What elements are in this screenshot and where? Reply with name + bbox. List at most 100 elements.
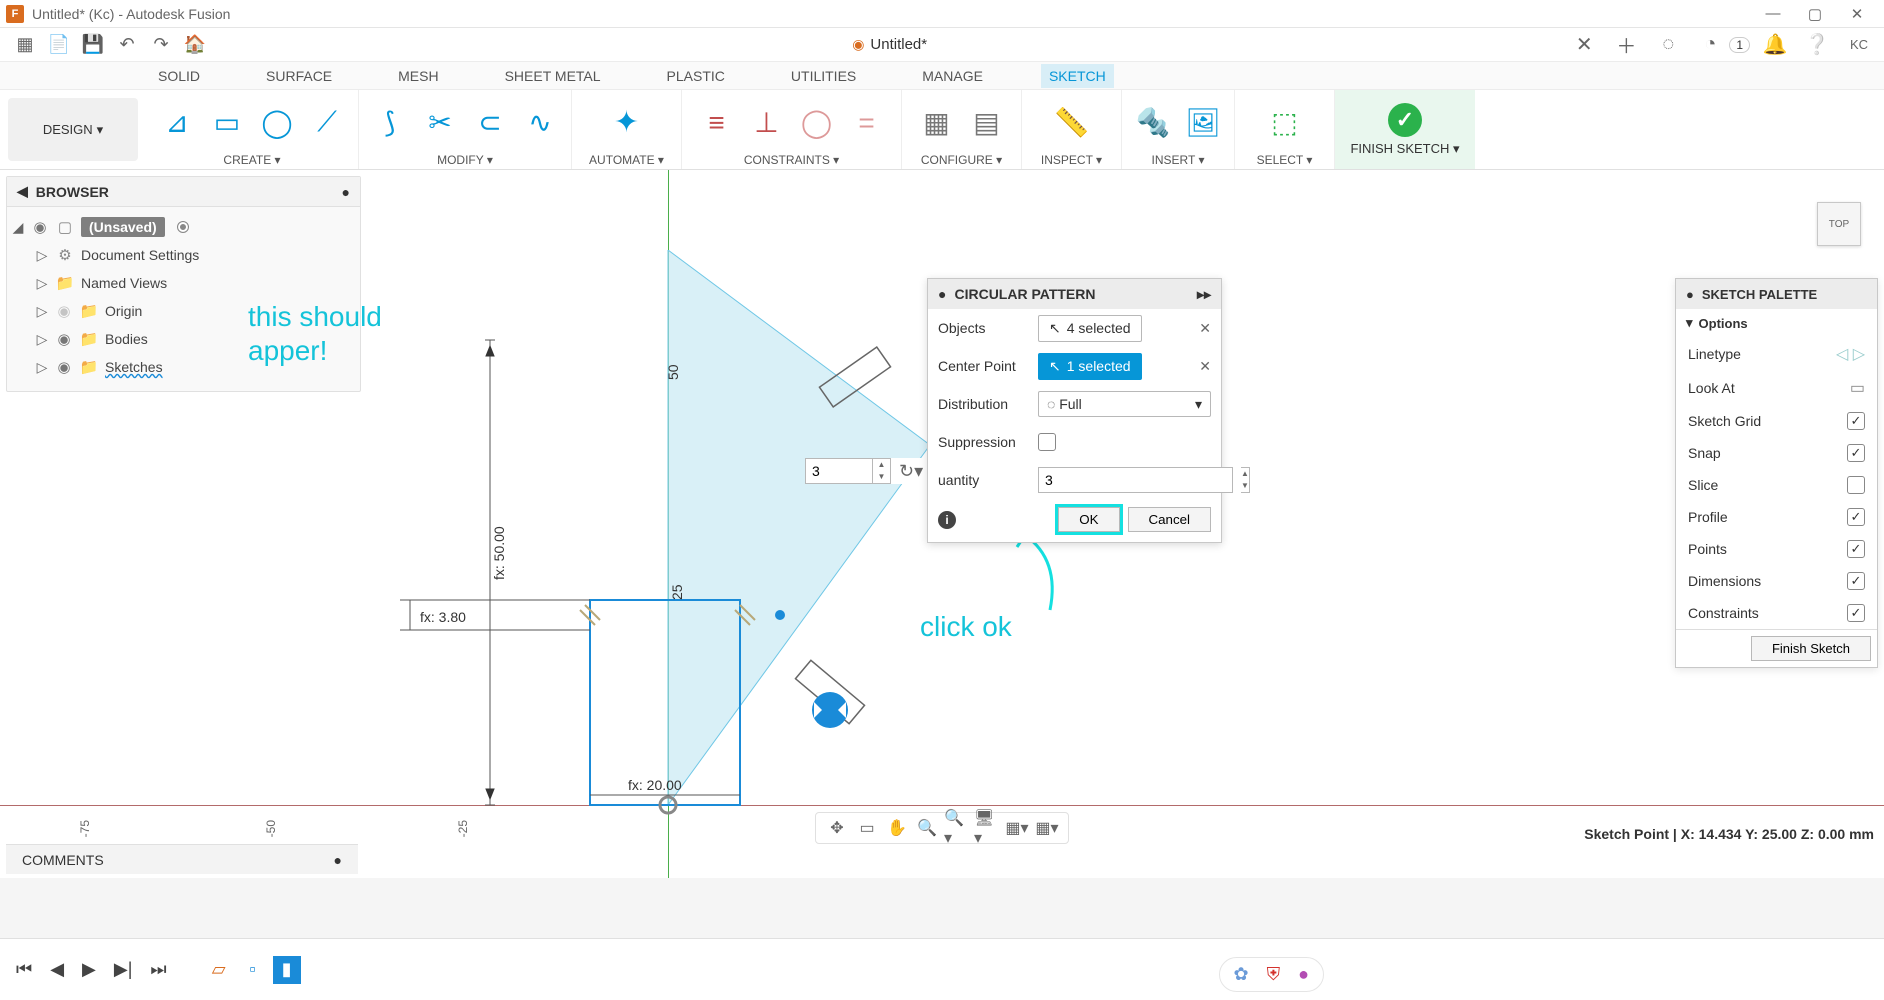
- viewport-icon[interactable]: ▦▾: [1034, 817, 1060, 839]
- quantity-input[interactable]: [1038, 467, 1233, 493]
- notifications-button[interactable]: 🔔: [1758, 31, 1792, 59]
- select-icon[interactable]: ⬚: [1266, 104, 1304, 142]
- profile-checkbox[interactable]: [1847, 508, 1865, 526]
- display-icon[interactable]: 🖥▾: [974, 817, 1000, 839]
- visibility-icon[interactable]: ◉: [55, 330, 73, 348]
- direction-icon[interactable]: ↻▾: [899, 461, 923, 482]
- tray-shield-icon[interactable]: ⛨: [1267, 964, 1281, 985]
- redo-button[interactable]: ↷: [144, 31, 178, 59]
- suppression-checkbox[interactable]: [1038, 433, 1056, 451]
- browser-item-namedviews[interactable]: ▷ 📁 Named Views: [11, 269, 356, 297]
- measure-icon[interactable]: 📏: [1053, 104, 1091, 142]
- automate-icon[interactable]: ✦: [605, 101, 649, 145]
- horizontal-constraint-icon[interactable]: ≡: [698, 104, 736, 142]
- spinner[interactable]: ▲▼: [1241, 467, 1250, 493]
- home-button[interactable]: 🏠: [178, 31, 212, 59]
- finish-sketch-button[interactable]: ✓ FINISH SKETCH ▾: [1335, 90, 1475, 169]
- timeline-sketch-icon[interactable]: ▱: [205, 956, 233, 984]
- configure-icon[interactable]: ▦: [918, 104, 956, 142]
- timeline-end-button[interactable]: ⏭: [144, 955, 172, 984]
- line-icon[interactable]: ⊿: [158, 104, 196, 142]
- spinner[interactable]: ▲▼: [873, 458, 891, 484]
- save-button[interactable]: 💾: [76, 31, 110, 59]
- add-comment-icon[interactable]: ●: [334, 852, 342, 868]
- timeline-next-button[interactable]: ▶|: [108, 955, 139, 984]
- undo-button[interactable]: ↶: [110, 31, 144, 59]
- timeline-feature-icon[interactable]: ▫: [239, 956, 267, 984]
- user-account[interactable]: KC: [1842, 31, 1876, 59]
- timeline-play-button[interactable]: ▶: [76, 955, 102, 984]
- orbit-icon[interactable]: ✥: [824, 817, 850, 839]
- timeline-start-button[interactable]: ⏮: [10, 955, 38, 984]
- new-tab-button[interactable]: ＋: [1609, 31, 1643, 59]
- tangent-constraint-icon[interactable]: ◯: [798, 104, 836, 142]
- visibility-icon[interactable]: ◉: [55, 358, 73, 376]
- extensions-button[interactable]: ◌: [1651, 31, 1685, 59]
- insert-image-icon[interactable]: 🖼: [1184, 104, 1222, 142]
- sketch-grid-checkbox[interactable]: [1847, 412, 1865, 430]
- points-checkbox[interactable]: [1847, 540, 1865, 558]
- panel-expand-icon[interactable]: ▸▸: [1197, 286, 1211, 303]
- twisty-icon[interactable]: ▷: [35, 303, 49, 320]
- linetype-icons[interactable]: ◁ ▷: [1836, 344, 1865, 364]
- tab-mesh[interactable]: MESH: [390, 64, 446, 88]
- tray-circle-icon[interactable]: ●: [1298, 964, 1309, 985]
- comments-panel[interactable]: COMMENTS ●: [6, 844, 358, 874]
- close-tab-button[interactable]: ✕: [1567, 31, 1601, 59]
- data-panel-button[interactable]: ▦: [8, 31, 42, 59]
- tab-manage[interactable]: MANAGE: [914, 64, 991, 88]
- twisty-icon[interactable]: ▷: [35, 275, 49, 292]
- maximize-button[interactable]: ▢: [1794, 2, 1836, 26]
- timeline-active-icon[interactable]: ▮: [273, 956, 301, 984]
- palette-row-linetype[interactable]: Linetype ◁ ▷: [1676, 337, 1877, 371]
- activate-radio[interactable]: [177, 221, 189, 233]
- info-icon[interactable]: i: [938, 511, 956, 529]
- palette-row-lookat[interactable]: Look At ▭: [1676, 371, 1877, 405]
- twisty-icon[interactable]: ◢: [11, 219, 25, 236]
- rectangle-icon[interactable]: ▭: [208, 104, 246, 142]
- objects-selection[interactable]: ↖ 4 selected: [1038, 315, 1142, 342]
- visibility-icon[interactable]: ◉: [31, 218, 49, 236]
- workspace-picker[interactable]: DESIGN▾: [8, 98, 138, 161]
- fillet-icon[interactable]: ⟆: [371, 104, 409, 142]
- clear-selection-icon[interactable]: ✕: [1199, 358, 1211, 375]
- browser-item-docsettings[interactable]: ▷ ⚙ Document Settings: [11, 241, 356, 269]
- center-selection[interactable]: ↖ 1 selected: [1038, 353, 1142, 380]
- quantity-field[interactable]: [805, 458, 873, 484]
- timeline-prev-button[interactable]: ◀: [44, 955, 70, 984]
- twisty-icon[interactable]: ▷: [35, 331, 49, 348]
- look-icon[interactable]: ▭: [854, 817, 880, 839]
- finish-sketch-palette-button[interactable]: Finish Sketch: [1751, 636, 1871, 661]
- offset-icon[interactable]: ⊂: [471, 104, 509, 142]
- zoom-icon[interactable]: 🔍: [914, 817, 940, 839]
- twisty-icon[interactable]: ▷: [35, 247, 49, 264]
- tab-sketch[interactable]: SKETCH: [1041, 64, 1114, 88]
- ok-button[interactable]: OK: [1058, 507, 1119, 532]
- insert-bolt-icon[interactable]: 🔩: [1134, 104, 1172, 142]
- zoom-window-icon[interactable]: 🔍▾: [944, 817, 970, 839]
- look-at-icon[interactable]: ▭: [1850, 378, 1865, 398]
- help-button[interactable]: ❔: [1800, 31, 1834, 59]
- document-tab[interactable]: ◉ Untitled*: [852, 36, 927, 53]
- canvas-area[interactable]: -75 -50 -25 ◀ BROWSER ● ◢ ◉ ▢ (Unsaved) …: [0, 170, 1884, 878]
- collapse-icon[interactable]: ◀: [17, 183, 28, 200]
- tab-sheet-metal[interactable]: SHEET METAL: [497, 64, 609, 88]
- equal-constraint-icon[interactable]: =: [848, 104, 886, 142]
- constraints-checkbox[interactable]: [1847, 604, 1865, 622]
- browser-root[interactable]: ◢ ◉ ▢ (Unsaved): [11, 213, 356, 241]
- grid-icon[interactable]: ▦▾: [1004, 817, 1030, 839]
- tab-surface[interactable]: SURFACE: [258, 64, 340, 88]
- close-button[interactable]: ✕: [1836, 2, 1878, 26]
- viewcube[interactable]: TOP: [1817, 202, 1861, 246]
- dimensions-checkbox[interactable]: [1847, 572, 1865, 590]
- circle-icon[interactable]: ◯: [258, 104, 296, 142]
- slice-checkbox[interactable]: [1847, 476, 1865, 494]
- file-menu-button[interactable]: 📄: [42, 31, 76, 59]
- cancel-button[interactable]: Cancel: [1128, 507, 1212, 532]
- chevron-down-icon[interactable]: ▾: [1686, 315, 1693, 331]
- arc-icon[interactable]: ⟋: [308, 104, 346, 142]
- tab-solid[interactable]: SOLID: [150, 64, 208, 88]
- minimize-button[interactable]: —: [1752, 2, 1794, 25]
- trim-icon[interactable]: ✂: [421, 104, 459, 142]
- visibility-off-icon[interactable]: ◉: [55, 302, 73, 320]
